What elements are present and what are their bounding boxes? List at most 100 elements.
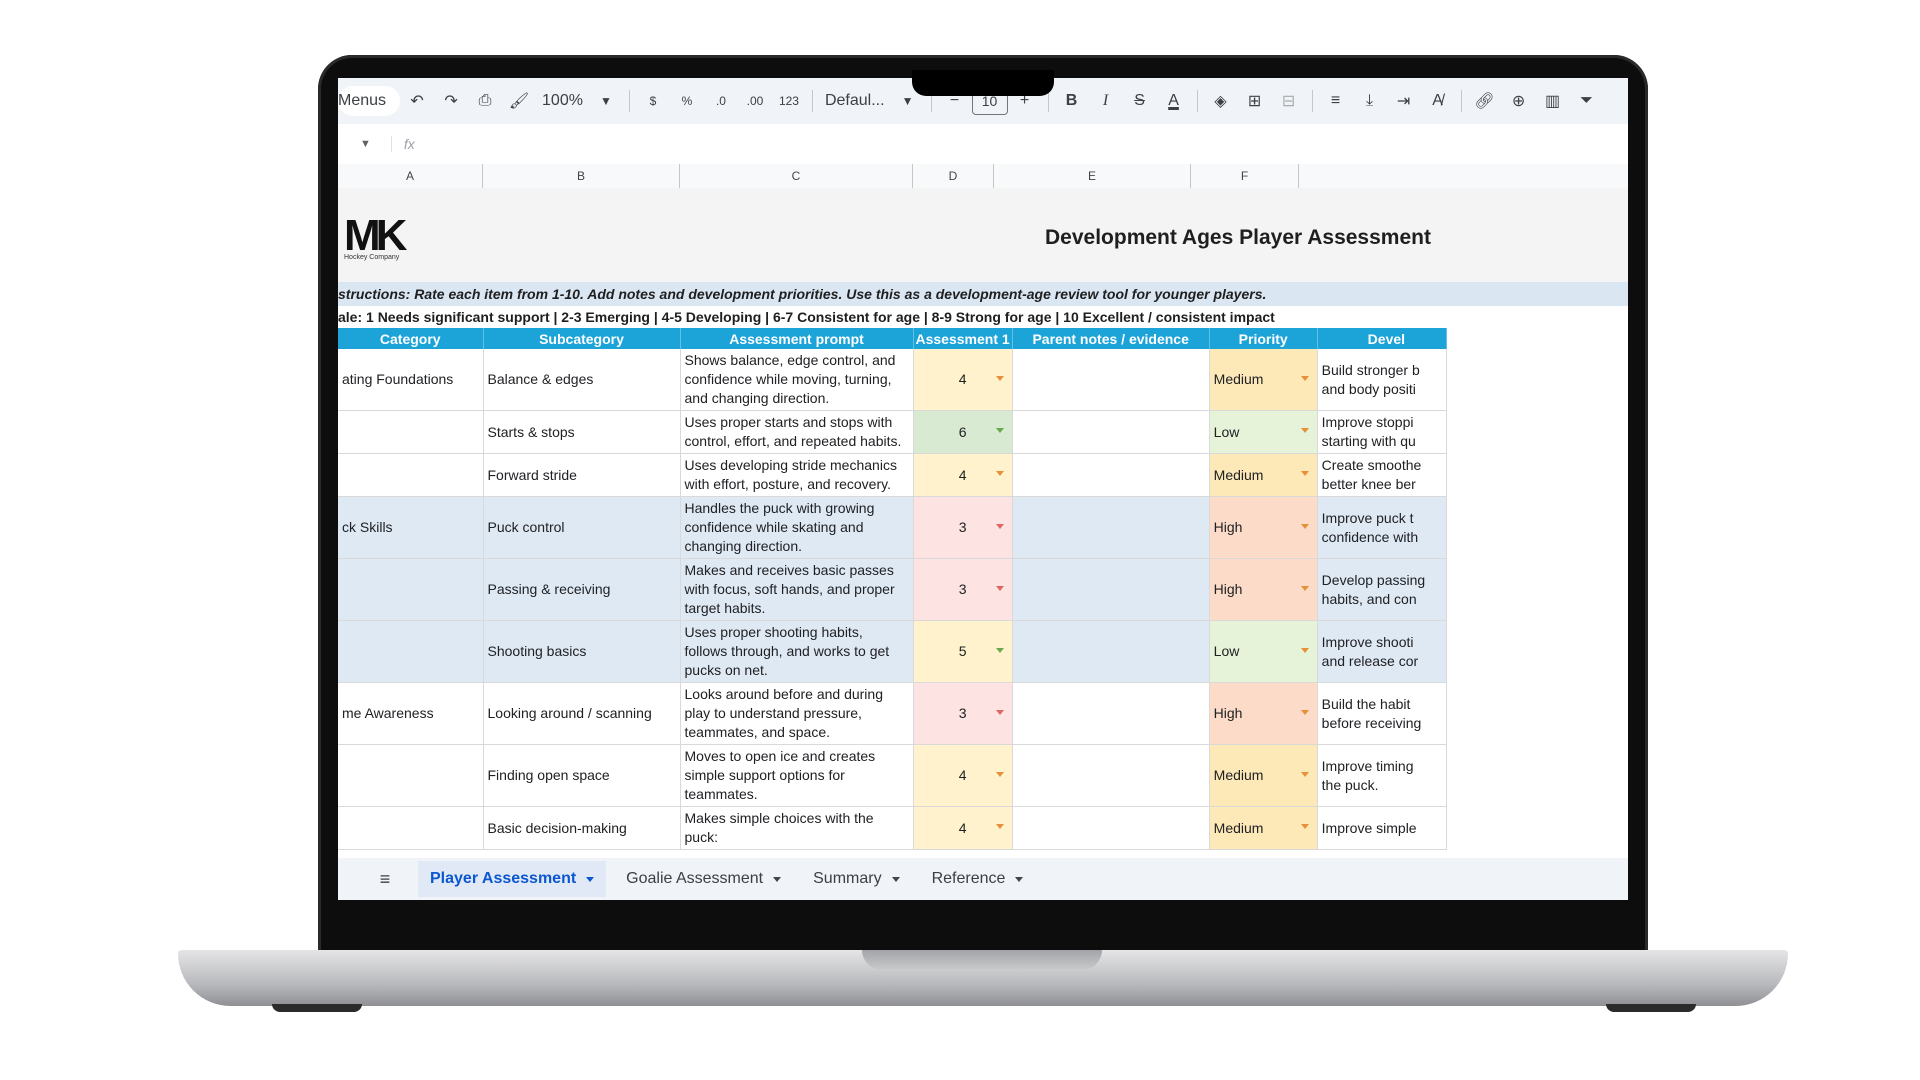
insert-chart-icon[interactable]: ▥: [1538, 86, 1568, 116]
column-header-e[interactable]: E: [994, 164, 1191, 188]
priority-dropdown[interactable]: Medium: [1209, 453, 1318, 497]
development-cell[interactable]: Develop passing habits, and con: [1317, 558, 1447, 621]
subcategory-cell[interactable]: Balance & edges: [483, 349, 681, 411]
chevron-down-icon[interactable]: ▼: [591, 86, 621, 116]
filter-icon[interactable]: ⏷: [1572, 86, 1602, 116]
chevron-down-icon[interactable]: [1015, 876, 1024, 882]
score-dropdown[interactable]: 4: [913, 806, 1013, 850]
text-color-button[interactable]: A: [1159, 86, 1189, 116]
development-cell[interactable]: Create smoothe better knee ber: [1317, 453, 1447, 497]
column-header-d[interactable]: D: [913, 164, 994, 188]
subcategory-cell[interactable]: Puck control: [483, 496, 681, 559]
priority-dropdown[interactable]: Medium: [1209, 349, 1318, 411]
chevron-down-icon[interactable]: [773, 876, 782, 882]
score-dropdown[interactable]: 3: [913, 496, 1013, 559]
notes-cell[interactable]: [1012, 744, 1210, 807]
notes-cell[interactable]: [1012, 496, 1210, 559]
priority-dropdown[interactable]: Medium: [1209, 744, 1318, 807]
strikethrough-button[interactable]: S: [1125, 86, 1155, 116]
development-cell[interactable]: Improve simple: [1317, 806, 1447, 850]
all-sheets-menu-icon[interactable]: ≡: [370, 869, 400, 890]
tab-reference[interactable]: Reference: [920, 861, 1036, 897]
column-header-b[interactable]: B: [483, 164, 680, 188]
horizontal-align-icon[interactable]: ≡: [1321, 86, 1351, 116]
category-cell[interactable]: ck Skills: [338, 496, 484, 559]
paint-format-icon[interactable]: 🖌︎: [504, 86, 534, 116]
chevron-down-icon[interactable]: [891, 876, 900, 882]
header-category[interactable]: Category: [338, 328, 484, 349]
vertical-align-icon[interactable]: ⤓: [1355, 86, 1385, 116]
number-format-button[interactable]: 123: [774, 86, 804, 116]
development-cell[interactable]: Improve stoppi starting with qu: [1317, 410, 1447, 454]
score-dropdown[interactable]: 3: [913, 558, 1013, 621]
subcategory-cell[interactable]: Forward stride: [483, 453, 681, 497]
column-header-a[interactable]: A: [338, 164, 483, 188]
italic-button[interactable]: I: [1091, 86, 1121, 116]
increase-decimal-button[interactable]: .00: [740, 86, 770, 116]
notes-cell[interactable]: [1012, 410, 1210, 454]
header-subcategory[interactable]: Subcategory: [483, 328, 681, 349]
score-dropdown[interactable]: 4: [913, 349, 1013, 411]
score-dropdown[interactable]: 5: [913, 620, 1013, 683]
priority-dropdown[interactable]: High: [1209, 682, 1318, 745]
percent-format-button[interactable]: %: [672, 86, 702, 116]
category-cell[interactable]: [338, 453, 484, 497]
subcategory-cell[interactable]: Shooting basics: [483, 620, 681, 683]
development-cell[interactable]: Improve timing the puck.: [1317, 744, 1447, 807]
fx-icon[interactable]: fx: [390, 136, 415, 152]
category-cell[interactable]: me Awareness: [338, 682, 484, 745]
sheet-grid[interactable]: MK Hockey Company Development Ages Playe…: [338, 188, 1628, 858]
development-cell[interactable]: Build stronger b and body positi: [1317, 349, 1447, 411]
header-prompt[interactable]: Assessment prompt: [680, 328, 914, 349]
prompt-cell[interactable]: Handles the puck with growing confidence…: [680, 496, 914, 559]
category-cell[interactable]: ating Foundations: [338, 349, 484, 411]
category-cell[interactable]: [338, 806, 484, 850]
prompt-cell[interactable]: Looks around before and during play to u…: [680, 682, 914, 745]
development-cell[interactable]: Improve shooti and release cor: [1317, 620, 1447, 683]
currency-format-button[interactable]: $: [638, 86, 668, 116]
priority-dropdown[interactable]: High: [1209, 558, 1318, 621]
header-development[interactable]: Devel: [1317, 328, 1447, 349]
score-dropdown[interactable]: 3: [913, 682, 1013, 745]
notes-cell[interactable]: [1012, 682, 1210, 745]
subcategory-cell[interactable]: Passing & receiving: [483, 558, 681, 621]
notes-cell[interactable]: [1012, 349, 1210, 411]
insert-link-icon[interactable]: 🔗︎: [1470, 86, 1500, 116]
score-dropdown[interactable]: 6: [913, 410, 1013, 454]
font-select[interactable]: Defaul...: [821, 86, 889, 116]
prompt-cell[interactable]: Uses proper shooting habits, follows thr…: [680, 620, 914, 683]
bold-button[interactable]: B: [1057, 86, 1087, 116]
chevron-down-icon[interactable]: [586, 876, 595, 882]
decrease-decimal-button[interactable]: .0: [706, 86, 736, 116]
category-cell[interactable]: [338, 410, 484, 454]
prompt-cell[interactable]: Makes and receives basic passes with foc…: [680, 558, 914, 621]
priority-dropdown[interactable]: Low: [1209, 410, 1318, 454]
menus-button[interactable]: Menus: [338, 86, 401, 116]
prompt-cell[interactable]: Shows balance, edge control, and confide…: [680, 349, 914, 411]
column-header-f[interactable]: F: [1191, 164, 1299, 188]
name-box-dropdown-icon[interactable]: ▼: [360, 138, 371, 150]
notes-cell[interactable]: [1012, 620, 1210, 683]
category-cell[interactable]: [338, 620, 484, 683]
prompt-cell[interactable]: Makes simple choices with the puck:: [680, 806, 914, 850]
notes-cell[interactable]: [1012, 558, 1210, 621]
scale-row[interactable]: ale: 1 Needs significant support | 2-3 E…: [338, 306, 1628, 328]
text-rotation-icon[interactable]: A̸: [1423, 86, 1453, 116]
category-cell[interactable]: [338, 744, 484, 807]
print-icon[interactable]: ⎙: [470, 86, 500, 116]
header-assessment[interactable]: Assessment 1: [913, 328, 1013, 349]
column-header-c[interactable]: C: [680, 164, 913, 188]
priority-dropdown[interactable]: High: [1209, 496, 1318, 559]
score-dropdown[interactable]: 4: [913, 744, 1013, 807]
notes-cell[interactable]: [1012, 453, 1210, 497]
tab-goalie-assessment[interactable]: Goalie Assessment: [614, 861, 793, 897]
insert-comment-icon[interactable]: ⊕: [1504, 86, 1534, 116]
zoom-select[interactable]: 100%: [538, 86, 587, 116]
borders-icon[interactable]: ⊞: [1240, 86, 1270, 116]
header-notes[interactable]: Parent notes / evidence: [1012, 328, 1210, 349]
development-cell[interactable]: Improve puck t confidence with: [1317, 496, 1447, 559]
instructions-row[interactable]: structions: Rate each item from 1-10. Ad…: [338, 282, 1628, 306]
prompt-cell[interactable]: Uses developing stride mechanics with ef…: [680, 453, 914, 497]
text-wrap-icon[interactable]: ⇥: [1389, 86, 1419, 116]
priority-dropdown[interactable]: Low: [1209, 620, 1318, 683]
